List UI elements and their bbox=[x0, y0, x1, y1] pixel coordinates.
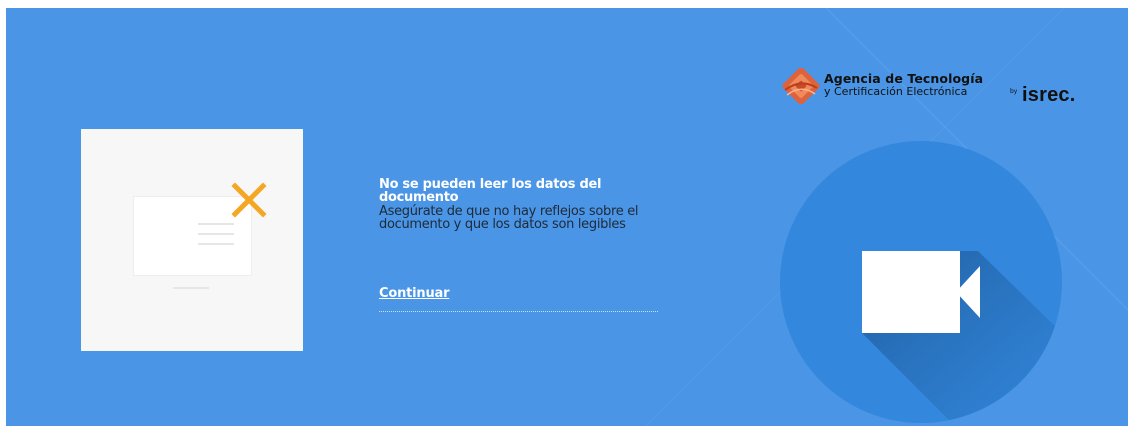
message-body: Asegúrate de que no hay reflejos sobre e… bbox=[379, 204, 639, 232]
document-line bbox=[198, 243, 234, 245]
continue-divider bbox=[379, 311, 658, 312]
close-x-icon bbox=[231, 182, 267, 218]
brand-by-label: by bbox=[1010, 88, 1018, 95]
brand-header: Agencia de Tecnología y Certificación El… bbox=[781, 66, 1081, 106]
page: No se pueden leer los datos del document… bbox=[0, 0, 1128, 426]
continue-link[interactable]: Continuar bbox=[379, 286, 449, 301]
document-line bbox=[198, 233, 234, 235]
document-line bbox=[198, 223, 234, 225]
brand-name-line1: Agencia de Tecnología bbox=[824, 71, 984, 86]
atce-logo-icon bbox=[782, 68, 820, 104]
document-caption-line bbox=[173, 287, 209, 289]
document-illustration bbox=[81, 129, 303, 351]
brand-name-line2: y Certificación Electrónica bbox=[824, 85, 968, 98]
partner-logo: isrec. bbox=[1022, 84, 1076, 106]
camera-illustration bbox=[780, 141, 1062, 423]
message-title: No se pueden leer los datos del document… bbox=[379, 177, 602, 205]
error-message: No se pueden leer los datos del document… bbox=[379, 178, 659, 231]
main-panel: No se pueden leer los datos del document… bbox=[6, 8, 1128, 426]
